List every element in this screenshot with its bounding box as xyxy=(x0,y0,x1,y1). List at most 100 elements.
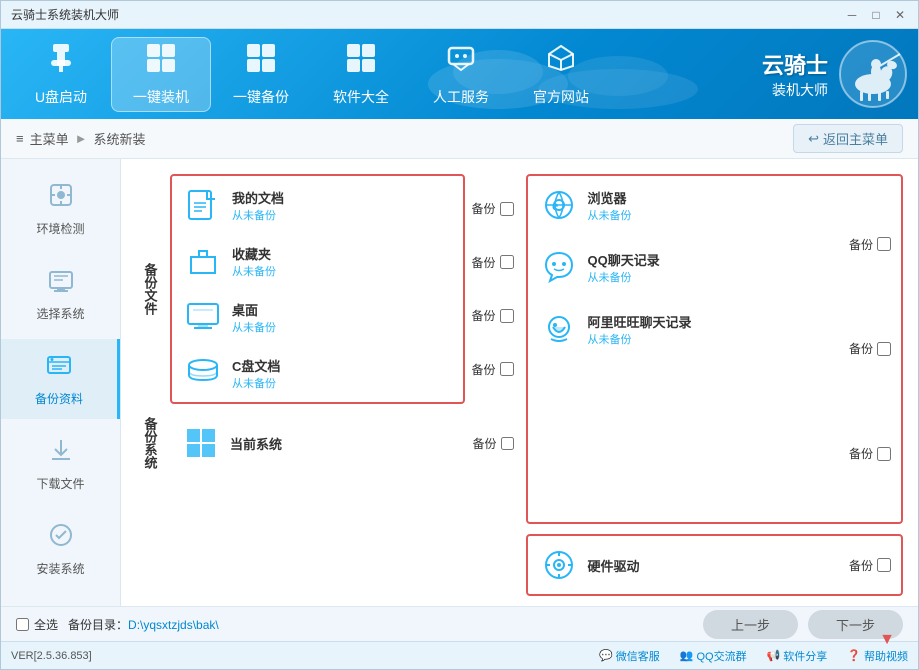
select-icon xyxy=(47,266,75,301)
qq-info: QQ聊天记录 从未备份 xyxy=(588,250,849,285)
select-all-area[interactable]: 全选 xyxy=(16,616,58,633)
mydocs-check-area[interactable]: 备份 xyxy=(471,200,513,217)
backupdata-icon xyxy=(45,351,73,386)
maximize-button[interactable]: □ xyxy=(868,7,884,23)
nav-item-usb[interactable]: U盘启动 xyxy=(11,37,111,112)
title-bar: 云骑士系统装机大师 ─ □ ✕ xyxy=(1,1,918,29)
cdocs-check-area[interactable]: 备份 xyxy=(471,361,513,378)
qq-icon xyxy=(538,246,580,288)
favorites-name: 收藏夹 xyxy=(232,244,453,263)
select-all-checkbox[interactable] xyxy=(16,618,29,631)
minimize-button[interactable]: ─ xyxy=(844,7,860,23)
aliwang-info: 阿里旺旺聊天记录 从未备份 xyxy=(588,312,849,347)
nav-item-onekey[interactable]: 一键装机 xyxy=(111,37,211,112)
bottom-bar: 全选 备份目录：D:\yqsxtzjds\bak\ 上一步 下一步 ▼ xyxy=(1,606,918,641)
browser-row: e 浏览器 从未备份 xyxy=(538,184,849,226)
sidebar-item-install[interactable]: 安装系统 xyxy=(1,509,120,589)
logo-text: 云骑士 xyxy=(762,48,828,80)
aliwang-icon xyxy=(538,308,580,350)
driver-icon xyxy=(538,544,580,586)
next-button[interactable]: 下一步 xyxy=(808,610,903,639)
app-title: 云骑士系统装机大师 xyxy=(11,6,119,23)
svg-text:e: e xyxy=(552,199,558,214)
backup-dir-link[interactable]: D:\yqsxtzjds\bak\ xyxy=(128,618,219,632)
sidebar-item-select[interactable]: 选择系统 xyxy=(1,254,120,334)
menu-icon: ≡ xyxy=(16,131,24,146)
currentsys-row: 当前系统 xyxy=(180,422,456,464)
browser-name: 浏览器 xyxy=(588,188,849,207)
aliwang-check-area[interactable]: 备份 xyxy=(849,445,891,462)
back-icon: ↩ xyxy=(808,131,819,147)
install-icon xyxy=(145,42,177,81)
aliwang-checkbox[interactable] xyxy=(877,447,891,461)
software-icon xyxy=(345,42,377,81)
browser-check-area[interactable]: 备份 xyxy=(849,236,891,253)
prev-button[interactable]: 上一步 xyxy=(703,610,798,639)
sidebar-item-backupdata[interactable]: 备份资料 xyxy=(1,339,120,419)
version-label: VER[2.5.36.853] xyxy=(11,650,92,662)
currentsys-info: 当前系统 xyxy=(230,434,456,453)
desktop-name: 桌面 xyxy=(232,300,453,319)
help-video[interactable]: ❓ 帮助视频 xyxy=(847,648,908,664)
status-bar: VER[2.5.36.853] 💬 微信客服 👥 QQ交流群 📢 软件分享 ❓ … xyxy=(1,641,918,669)
nav-label-onekey: 一键装机 xyxy=(133,87,189,107)
sidebar-item-env[interactable]: 环境检测 xyxy=(1,169,120,249)
usb-icon xyxy=(45,42,77,81)
cdocs-status: 从未备份 xyxy=(232,375,453,391)
qq-name: QQ聊天记录 xyxy=(588,250,849,269)
qq-status-icon: 👥 xyxy=(680,649,694,662)
env-icon xyxy=(47,181,75,216)
qq-check-area[interactable]: 备份 xyxy=(849,340,891,357)
favorites-checkbox[interactable] xyxy=(500,255,514,269)
aliwang-status: 从未备份 xyxy=(588,331,849,347)
desktop-checkbox[interactable] xyxy=(500,309,514,323)
backup-system-panel: 当前系统 xyxy=(170,414,466,472)
mydocs-checkbox[interactable] xyxy=(500,202,514,216)
breadcrumb-home: 主菜单 xyxy=(30,129,69,148)
cdocs-checkbox[interactable] xyxy=(500,362,514,376)
backup-desktop-row: 桌面 从未备份 xyxy=(182,296,453,338)
back-button[interactable]: ↩ 返回主菜单 xyxy=(793,124,903,153)
desktop-info: 桌面 从未备份 xyxy=(232,300,453,335)
select-all-label: 全选 xyxy=(34,616,58,633)
cdocs-name: C盘文档 xyxy=(232,356,453,375)
backup-cdocs-row: C盘文档 从未备份 xyxy=(182,352,453,394)
nav-label-backup: 一键备份 xyxy=(233,87,289,107)
nav-item-backup[interactable]: 一键备份 xyxy=(211,37,311,112)
wechat-service[interactable]: 💬 微信客服 xyxy=(599,648,660,664)
backup-mydocs-row: 我的文档 从未备份 xyxy=(182,184,453,226)
sidebar-item-download[interactable]: 下载文件 xyxy=(1,424,120,504)
right-top-panel: e 浏览器 从未备份 xyxy=(526,174,904,524)
sidebar-label-env: 环境检测 xyxy=(36,220,84,237)
qq-group[interactable]: 👥 QQ交流群 xyxy=(680,648,747,664)
nav-item-software[interactable]: 软件大全 xyxy=(311,37,411,112)
breadcrumb-current: 系统新装 xyxy=(93,129,145,148)
sidebar-label-install: 安装系统 xyxy=(36,560,84,577)
breadcrumb: ≡ 主菜单 ► 系统新装 xyxy=(16,129,146,148)
knight-logo xyxy=(838,39,908,109)
currentsys-check-area[interactable]: 备份 xyxy=(472,414,513,472)
mydocs-info: 我的文档 从未备份 xyxy=(232,188,453,223)
favorites-status: 从未备份 xyxy=(232,263,453,279)
nav-label-usb: U盘启动 xyxy=(35,87,87,107)
desktop-icon xyxy=(182,296,224,338)
driver-checkbox[interactable] xyxy=(877,558,891,572)
browser-checkbox[interactable] xyxy=(877,237,891,251)
favorites-info: 收藏夹 从未备份 xyxy=(232,244,453,279)
qq-checkbox[interactable] xyxy=(877,342,891,356)
install-sys-icon xyxy=(47,521,75,556)
windows-icon xyxy=(180,422,222,464)
logo-subtext: 装机大师 xyxy=(762,80,828,100)
favorites-check-area[interactable]: 备份 xyxy=(471,254,513,271)
backup-files-checks: 备份 备份 备份 备份 xyxy=(471,174,513,404)
sidebar-label-select: 选择系统 xyxy=(36,305,84,322)
close-button[interactable]: ✕ xyxy=(892,7,908,23)
driver-check-area[interactable]: 备份 xyxy=(849,557,891,574)
logo-area: 云骑士 装机大师 xyxy=(762,39,908,109)
desktop-check-area[interactable]: 备份 xyxy=(471,307,513,324)
wechat-icon: 💬 xyxy=(599,649,613,662)
aliwang-name: 阿里旺旺聊天记录 xyxy=(588,312,849,331)
currentsys-checkbox[interactable] xyxy=(501,437,514,450)
qq-row: QQ聊天记录 从未备份 xyxy=(538,246,849,288)
software-share[interactable]: 📢 软件分享 xyxy=(767,648,828,664)
